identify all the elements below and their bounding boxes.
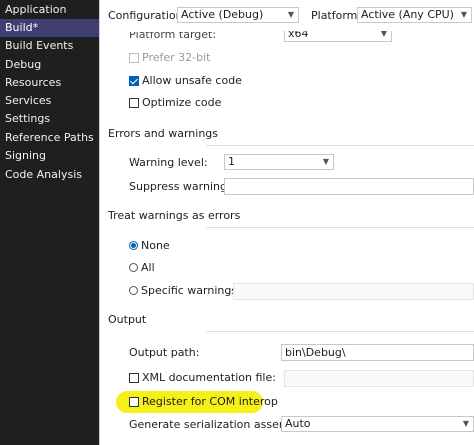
platform-target-dropdown[interactable]: x64 ▼ <box>284 27 392 42</box>
platform-target-value: x64 <box>288 27 309 40</box>
chevron-down-icon: ▼ <box>462 419 469 428</box>
none-label: None <box>141 239 170 252</box>
suppress-warnings-input[interactable] <box>224 178 474 195</box>
prefer-32bit-label: Prefer 32-bit <box>142 51 211 64</box>
sidebar-item-signing[interactable]: Signing <box>0 147 99 165</box>
warning-level-dropdown[interactable]: 1 ▼ <box>224 154 334 170</box>
treat-warnings-header: Treat warnings as errors <box>108 209 241 222</box>
configuration-dropdown[interactable]: Active (Debug) ▼ <box>177 7 299 23</box>
sidebar-item-reference-paths[interactable]: Reference Paths <box>0 129 99 147</box>
section-divider <box>206 331 474 332</box>
errors-warnings-header: Errors and warnings <box>108 127 219 140</box>
register-com-interop-checkbox[interactable] <box>129 397 139 407</box>
allow-unsafe-code-label: Allow unsafe code <box>142 74 242 87</box>
prefer-32bit-checkbox[interactable] <box>129 53 139 63</box>
serialization-assembly-dropdown[interactable]: Auto ▼ <box>281 416 474 432</box>
all-label: All <box>141 261 155 274</box>
build-properties-panel: Configuration: Active (Debug) ▼ Platform… <box>100 0 474 445</box>
suppress-warnings-label: Suppress warnings: <box>129 180 237 193</box>
output-path-label: Output path: <box>129 346 200 359</box>
sidebar-item-application[interactable]: Application <box>0 1 99 19</box>
xml-documentation-checkbox[interactable] <box>129 373 139 383</box>
sidebar-item-code-analysis[interactable]: Code Analysis <box>0 166 99 184</box>
specific-warnings-input[interactable] <box>233 283 474 300</box>
warning-level-value: 1 <box>228 155 235 168</box>
configuration-value: Active (Debug) <box>181 8 264 21</box>
sidebar: Application Build* Build Events Debug Re… <box>0 0 99 445</box>
chevron-down-icon: ▼ <box>322 157 329 166</box>
sidebar-item-services[interactable]: Services <box>0 92 99 110</box>
output-header: Output <box>108 313 147 326</box>
all-radio[interactable] <box>129 263 138 272</box>
optimize-code-checkbox[interactable] <box>129 98 139 108</box>
none-radio[interactable] <box>129 241 138 250</box>
xml-documentation-label: XML documentation file: <box>142 371 276 384</box>
chevron-down-icon: ▼ <box>380 29 387 38</box>
xml-documentation-input[interactable] <box>284 370 474 387</box>
specific-warnings-label: Specific warnings: <box>141 284 241 297</box>
sidebar-item-build-events[interactable]: Build Events <box>0 37 99 55</box>
chevron-down-icon: ▼ <box>460 10 467 19</box>
platform-value: Active (Any CPU) <box>361 8 454 21</box>
allow-unsafe-code-checkbox[interactable] <box>129 76 139 86</box>
platform-target-label: Platform target: <box>129 28 217 41</box>
register-com-interop-label: Register for COM interop <box>142 395 278 408</box>
sidebar-item-settings[interactable]: Settings <box>0 110 99 128</box>
section-divider <box>206 227 474 228</box>
platform-dropdown[interactable]: Active (Any CPU) ▼ <box>357 7 472 23</box>
section-divider <box>206 145 474 146</box>
platform-label: Platform: <box>311 9 362 22</box>
output-path-input[interactable]: bin\Debug\ <box>281 344 474 361</box>
sidebar-item-debug[interactable]: Debug <box>0 56 99 74</box>
serialization-assembly-value: Auto <box>285 417 311 430</box>
chevron-down-icon: ▼ <box>287 10 294 19</box>
warning-level-label: Warning level: <box>129 156 208 169</box>
specific-warnings-radio[interactable] <box>129 286 138 295</box>
sidebar-item-resources[interactable]: Resources <box>0 74 99 92</box>
configuration-label: Configuration: <box>108 9 187 22</box>
optimize-code-label: Optimize code <box>142 96 222 109</box>
sidebar-item-build[interactable]: Build* <box>0 19 99 37</box>
